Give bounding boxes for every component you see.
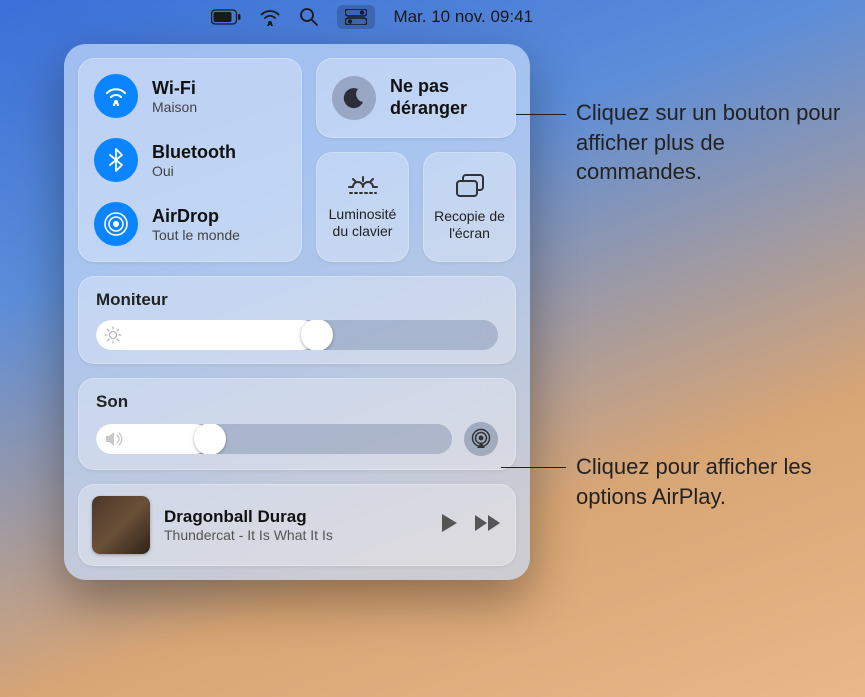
wifi-title: Wi-Fi — [152, 78, 197, 99]
callout-top: Cliquez sur un bouton pour afficher plus… — [576, 98, 856, 187]
artist-album: Thundercat - It Is What It Is — [164, 527, 426, 543]
wifi-menubar-icon[interactable] — [259, 8, 281, 26]
bluetooth-icon — [94, 138, 138, 182]
wifi-text: Wi-Fi Maison — [152, 78, 197, 115]
airdrop-text: AirDrop Tout le monde — [152, 206, 240, 243]
screen-mirroring-label: Recopie de l'écran — [429, 208, 510, 240]
small-tiles-row: Luminosité du clavier Recopie de l'écran — [316, 152, 516, 262]
spotlight-icon[interactable] — [299, 7, 319, 27]
airdrop-subtitle: Tout le monde — [152, 227, 240, 243]
sound-volume-slider[interactable] — [96, 424, 452, 454]
media-controls — [440, 513, 502, 538]
bluetooth-subtitle: Oui — [152, 163, 236, 179]
right-column: Ne pas déranger Luminosité du clavier Re… — [316, 58, 516, 262]
wifi-subtitle: Maison — [152, 99, 197, 115]
dnd-label: Ne pas déranger — [390, 76, 500, 119]
display-brightness-slider[interactable] — [96, 320, 498, 350]
bluetooth-toggle[interactable]: Bluetooth Oui — [90, 132, 290, 188]
sound-label: Son — [96, 392, 498, 412]
keyboard-brightness-tile[interactable]: Luminosité du clavier — [316, 152, 409, 262]
airplay-icon — [470, 428, 492, 450]
keyboard-brightness-label: Luminosité du clavier — [322, 206, 403, 238]
moon-icon — [332, 76, 376, 120]
screen-mirroring-tile[interactable]: Recopie de l'écran — [423, 152, 516, 262]
airdrop-icon — [94, 202, 138, 246]
top-row: Wi-Fi Maison Bluetooth Oui AirDrop — [78, 58, 516, 262]
callout-bottom: Cliquez pour afficher les options AirPla… — [576, 452, 846, 511]
song-title: Dragonball Durag — [164, 507, 426, 527]
display-tile: Moniteur — [78, 276, 516, 364]
callout-line-bottom — [501, 467, 566, 468]
connectivity-tile: Wi-Fi Maison Bluetooth Oui AirDrop — [78, 58, 302, 262]
airdrop-toggle[interactable]: AirDrop Tout le monde — [90, 196, 290, 252]
dnd-tile[interactable]: Ne pas déranger — [316, 58, 516, 138]
callout-line-top — [516, 114, 566, 115]
datetime[interactable]: Mar. 10 nov. 09:41 — [393, 7, 533, 27]
play-button[interactable] — [440, 513, 458, 538]
keyboard-brightness-icon — [347, 175, 379, 200]
display-label: Moniteur — [96, 290, 498, 310]
media-text: Dragonball Durag Thundercat - It Is What… — [164, 507, 426, 543]
control-center-menubar-icon[interactable] — [337, 5, 375, 29]
airdrop-title: AirDrop — [152, 206, 240, 227]
wifi-icon — [94, 74, 138, 118]
menubar: Mar. 10 nov. 09:41 — [0, 0, 543, 34]
bluetooth-text: Bluetooth Oui — [152, 142, 236, 179]
sound-tile: Son — [78, 378, 516, 470]
album-art — [92, 496, 150, 554]
wifi-toggle[interactable]: Wi-Fi Maison — [90, 68, 290, 124]
screen-mirroring-icon — [454, 173, 486, 202]
sun-icon — [104, 326, 122, 344]
control-center-panel: Wi-Fi Maison Bluetooth Oui AirDrop — [64, 44, 530, 580]
speaker-icon — [104, 430, 122, 448]
airplay-audio-button[interactable] — [464, 422, 498, 456]
battery-icon[interactable] — [211, 9, 241, 25]
bluetooth-title: Bluetooth — [152, 142, 236, 163]
now-playing-tile[interactable]: Dragonball Durag Thundercat - It Is What… — [78, 484, 516, 566]
next-track-button[interactable] — [474, 514, 502, 537]
